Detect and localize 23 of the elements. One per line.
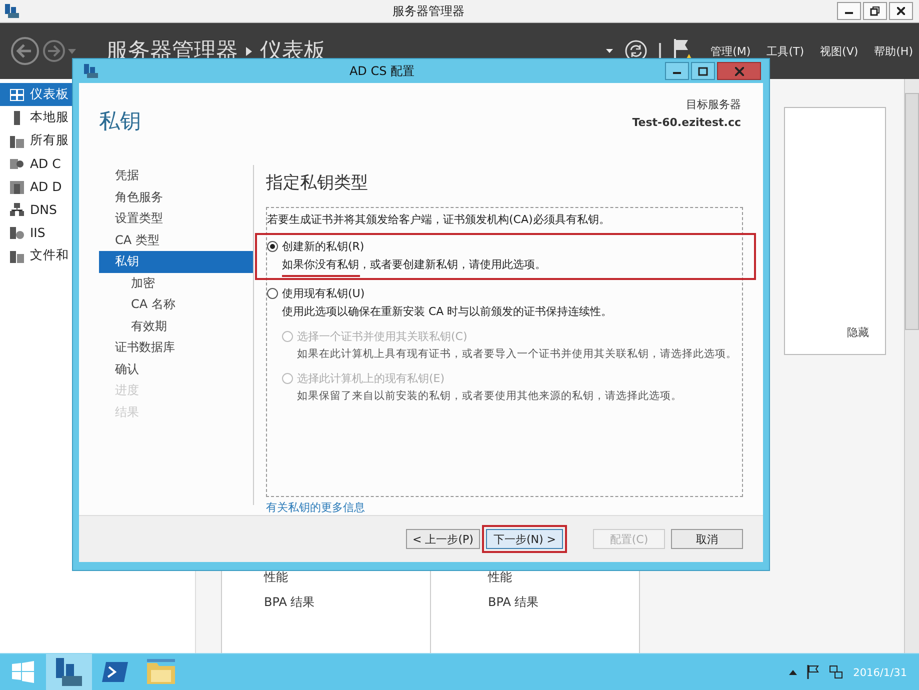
option-description: 如果在此计算机上具有现有证书，或者要导入一个证书并使用其关联私钥，请选择此选项。 bbox=[296, 347, 738, 361]
option-label: 使用现有私钥(U) bbox=[282, 286, 365, 301]
sidebar-label: 所有服 bbox=[30, 132, 69, 149]
target-server: Test-60.ezitest.cc bbox=[632, 116, 741, 129]
option-description: 使用此选项以确保在重新安装 CA 时与以前颁发的证书保持连续性。 bbox=[281, 304, 614, 319]
dialog-title: AD CS 配置 bbox=[348, 62, 416, 80]
sidebar-label: 文件和 bbox=[30, 247, 69, 264]
intro-text: 若要生成证书并将其颁发给客户端，证书颁发机构(CA)必须具有私钥。 bbox=[267, 212, 611, 227]
sidebar-label: IIS bbox=[30, 225, 46, 240]
section-heading: 指定私钥类型 bbox=[266, 172, 369, 195]
option-label: 选择此计算机上的现有私钥(E) bbox=[297, 371, 445, 386]
sidebar-label: 仪表板 bbox=[30, 86, 69, 103]
page-title: 私钥 bbox=[99, 108, 141, 135]
option-description: 如果你没有私钥，或者要创建新私钥，请使用此选项。 bbox=[281, 257, 547, 272]
option-label: 创建新的私钥(R) bbox=[282, 239, 364, 254]
option-description: 如果保留了来自以前安装的私钥，或者要使用其他来源的私钥，请选择此选项。 bbox=[296, 389, 683, 403]
sidebar-label: AD C bbox=[30, 156, 61, 171]
sidebar-label: AD D bbox=[30, 179, 62, 194]
sidebar-label: DNS bbox=[30, 202, 57, 217]
option-label: 选择一个证书并使用其关联私钥(C) bbox=[297, 329, 468, 344]
window-title: 服务器管理器 bbox=[392, 2, 466, 20]
sidebar-label: 本地服 bbox=[30, 109, 69, 126]
target-label: 目标服务器 bbox=[686, 97, 741, 112]
